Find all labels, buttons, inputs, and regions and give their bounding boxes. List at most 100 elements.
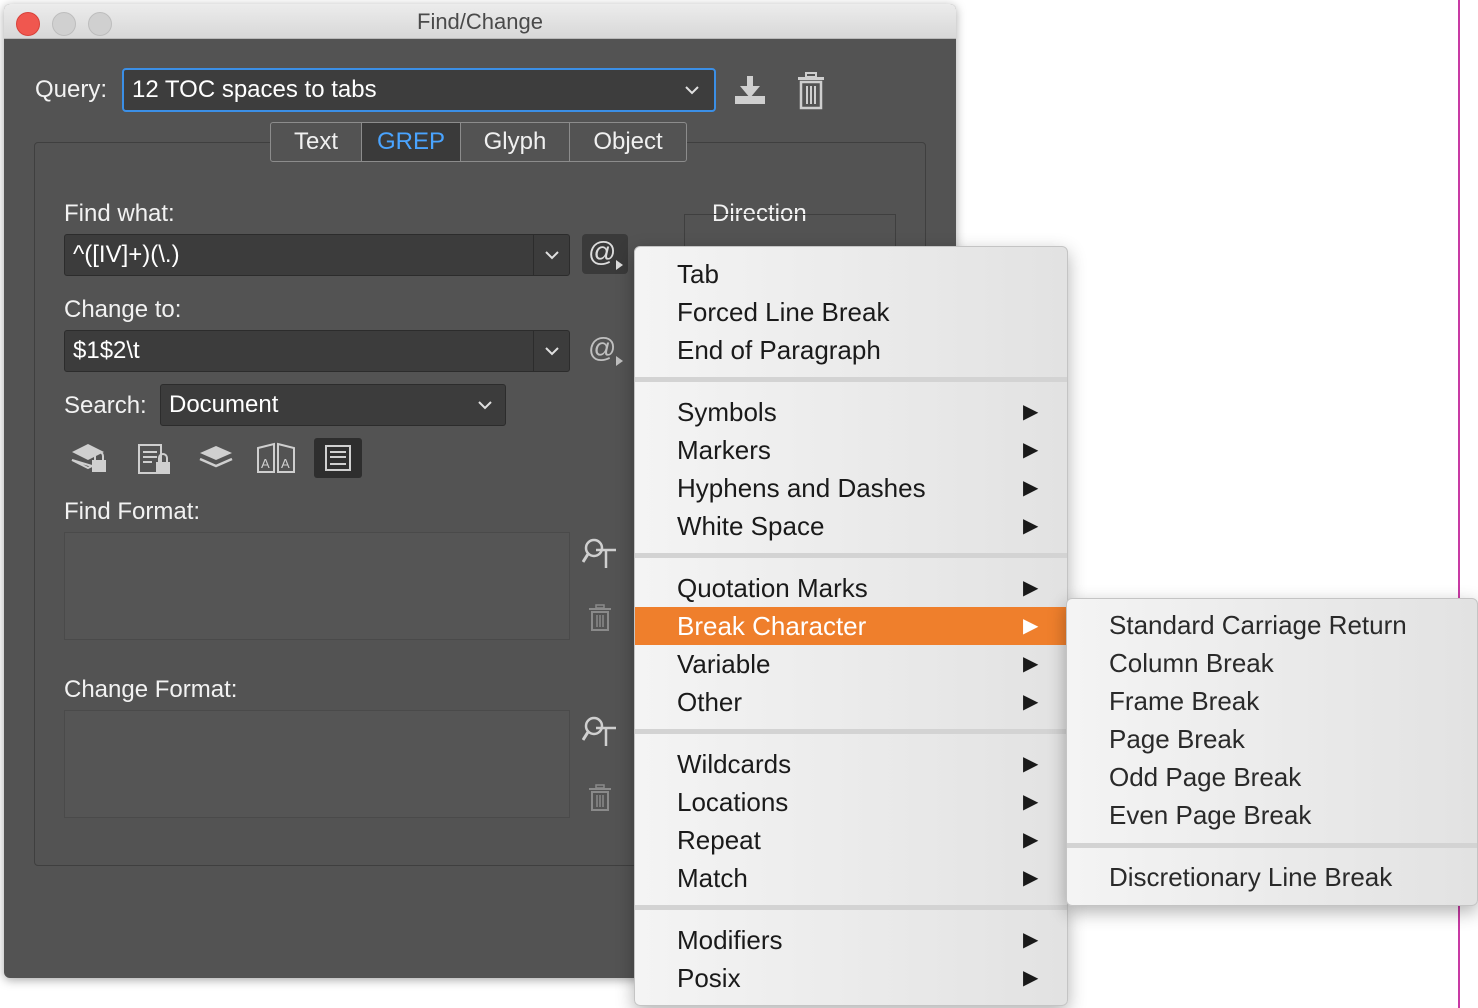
menu-item-variable[interactable]: Variable ▶ xyxy=(635,645,1067,683)
find-what-input[interactable]: ^([IV]+)(\.) xyxy=(64,234,570,276)
menu-separator xyxy=(1067,843,1477,848)
submenu-item-odd-page-break[interactable]: Odd Page Break xyxy=(1067,758,1477,796)
menu-item-label: Modifiers xyxy=(677,925,783,955)
delete-query-icon[interactable] xyxy=(796,72,826,110)
submenu-arrow-icon: ▶ xyxy=(1023,477,1039,499)
tab-glyph[interactable]: Glyph xyxy=(461,123,570,161)
menu-item-tab[interactable]: Tab xyxy=(635,255,1067,293)
menu-item-modifiers[interactable]: Modifiers ▶ xyxy=(635,921,1067,959)
break-character-submenu: Standard Carriage Return Column Break Fr… xyxy=(1066,598,1478,906)
submenu-arrow-icon: ▶ xyxy=(1023,929,1039,951)
find-special-characters-button[interactable]: @ xyxy=(582,234,628,274)
find-format-label: Find Format: xyxy=(64,498,201,525)
change-history-dropdown[interactable] xyxy=(533,331,570,371)
menu-item-break-character[interactable]: Break Character ▶ xyxy=(635,607,1067,645)
change-to-input[interactable]: $1$2\t xyxy=(64,330,570,372)
menu-item-other[interactable]: Other ▶ xyxy=(635,683,1067,721)
submenu-item-page-break[interactable]: Page Break xyxy=(1067,720,1477,758)
submenu-arrow-icon: ▶ xyxy=(1023,615,1039,637)
submenu-item-standard-carriage-return[interactable]: Standard Carriage Return xyxy=(1067,606,1477,644)
chevron-down-icon xyxy=(478,401,492,410)
triangle-right-icon xyxy=(616,356,623,366)
menu-item-locations[interactable]: Locations ▶ xyxy=(635,783,1067,821)
menu-item-end-of-paragraph[interactable]: End of Paragraph xyxy=(635,331,1067,369)
include-hidden-layers-icon[interactable] xyxy=(198,444,234,474)
chevron-down-icon xyxy=(545,347,559,356)
footnotes-icon xyxy=(325,445,351,471)
specify-change-format-icon[interactable] xyxy=(582,714,618,748)
menu-separator xyxy=(635,377,1067,382)
include-locked-layers-icon[interactable] xyxy=(70,442,110,476)
include-locked-stories-icon[interactable] xyxy=(136,442,176,478)
submenu-arrow-icon: ▶ xyxy=(1023,653,1039,675)
change-special-characters-button[interactable]: @ xyxy=(582,330,628,370)
title-bar: Find/Change xyxy=(4,4,956,39)
menu-item-repeat[interactable]: Repeat ▶ xyxy=(635,821,1067,859)
svg-text:A: A xyxy=(281,456,290,471)
menu-item-label: Break Character xyxy=(677,611,867,641)
clear-find-format-icon[interactable] xyxy=(588,604,612,632)
change-to-value: $1$2\t xyxy=(73,337,140,364)
submenu-arrow-icon: ▶ xyxy=(1023,867,1039,889)
tab-object[interactable]: Object xyxy=(570,123,686,161)
find-what-value: ^([IV]+)(\.) xyxy=(73,241,180,268)
save-query-icon[interactable] xyxy=(732,72,768,108)
menu-item-hyphens-and-dashes[interactable]: Hyphens and Dashes ▶ xyxy=(635,469,1067,507)
query-select[interactable]: 12 TOC spaces to tabs xyxy=(122,68,716,112)
include-footnotes-toggle[interactable] xyxy=(314,438,362,478)
submenu-item-frame-break[interactable]: Frame Break xyxy=(1067,682,1477,720)
find-what-label: Find what: xyxy=(64,200,175,227)
menu-item-symbols[interactable]: Symbols ▶ xyxy=(635,393,1067,431)
submenu-arrow-icon: ▶ xyxy=(1023,829,1039,851)
menu-item-label: Standard Carriage Return xyxy=(1109,610,1407,640)
menu-item-forced-line-break[interactable]: Forced Line Break xyxy=(635,293,1067,331)
query-value: 12 TOC spaces to tabs xyxy=(132,76,377,103)
submenu-item-even-page-break[interactable]: Even Page Break xyxy=(1067,796,1477,834)
tab-grep[interactable]: GREP xyxy=(362,123,461,161)
menu-item-label: End of Paragraph xyxy=(677,335,881,365)
menu-item-label: Tab xyxy=(677,259,719,289)
menu-item-label: Discretionary Line Break xyxy=(1109,862,1393,892)
chevron-down-icon xyxy=(545,251,559,260)
menu-item-label: Repeat xyxy=(677,825,761,855)
submenu-arrow-icon: ▶ xyxy=(1023,401,1039,423)
specify-find-format-icon[interactable] xyxy=(582,536,618,570)
submenu-arrow-icon: ▶ xyxy=(1023,791,1039,813)
menu-item-label: Symbols xyxy=(677,397,777,427)
tab-text[interactable]: Text xyxy=(271,123,362,161)
change-to-label: Change to: xyxy=(64,296,182,323)
menu-separator xyxy=(635,729,1067,734)
change-format-label: Change Format: xyxy=(64,676,238,703)
submenu-arrow-icon: ▶ xyxy=(1023,967,1039,989)
menu-item-label: Forced Line Break xyxy=(677,297,890,327)
menu-separator xyxy=(635,905,1067,910)
clear-change-format-icon[interactable] xyxy=(588,784,612,812)
menu-item-markers[interactable]: Markers ▶ xyxy=(635,431,1067,469)
menu-item-white-space[interactable]: White Space ▶ xyxy=(635,507,1067,545)
submenu-arrow-icon: ▶ xyxy=(1023,577,1039,599)
submenu-item-discretionary-line-break[interactable]: Discretionary Line Break xyxy=(1067,858,1477,896)
submenu-arrow-icon: ▶ xyxy=(1023,439,1039,461)
menu-item-quotation-marks[interactable]: Quotation Marks ▶ xyxy=(635,569,1067,607)
change-format-box[interactable] xyxy=(64,710,570,818)
menu-item-label: Column Break xyxy=(1109,648,1274,678)
query-label: Query: xyxy=(35,76,108,103)
chevron-down-icon xyxy=(685,86,699,95)
find-history-dropdown[interactable] xyxy=(533,235,570,275)
menu-item-wildcards[interactable]: Wildcards ▶ xyxy=(635,745,1067,783)
menu-item-label: Odd Page Break xyxy=(1109,762,1302,792)
search-scope-select[interactable]: Document xyxy=(160,384,506,426)
menu-item-label: Match xyxy=(677,863,748,893)
menu-item-match[interactable]: Match ▶ xyxy=(635,859,1067,897)
menu-item-label: White Space xyxy=(677,511,825,541)
triangle-right-icon xyxy=(616,260,623,270)
menu-item-label: Markers xyxy=(677,435,771,465)
menu-item-posix[interactable]: Posix ▶ xyxy=(635,959,1067,997)
search-type-tabs: Text GREP Glyph Object xyxy=(270,122,687,162)
menu-item-label: Locations xyxy=(677,787,789,817)
menu-item-label: Variable xyxy=(677,649,771,679)
submenu-item-column-break[interactable]: Column Break xyxy=(1067,644,1477,682)
menu-item-label: Frame Break xyxy=(1109,686,1260,716)
include-master-pages-icon[interactable]: A A xyxy=(256,442,296,476)
find-format-box[interactable] xyxy=(64,532,570,640)
